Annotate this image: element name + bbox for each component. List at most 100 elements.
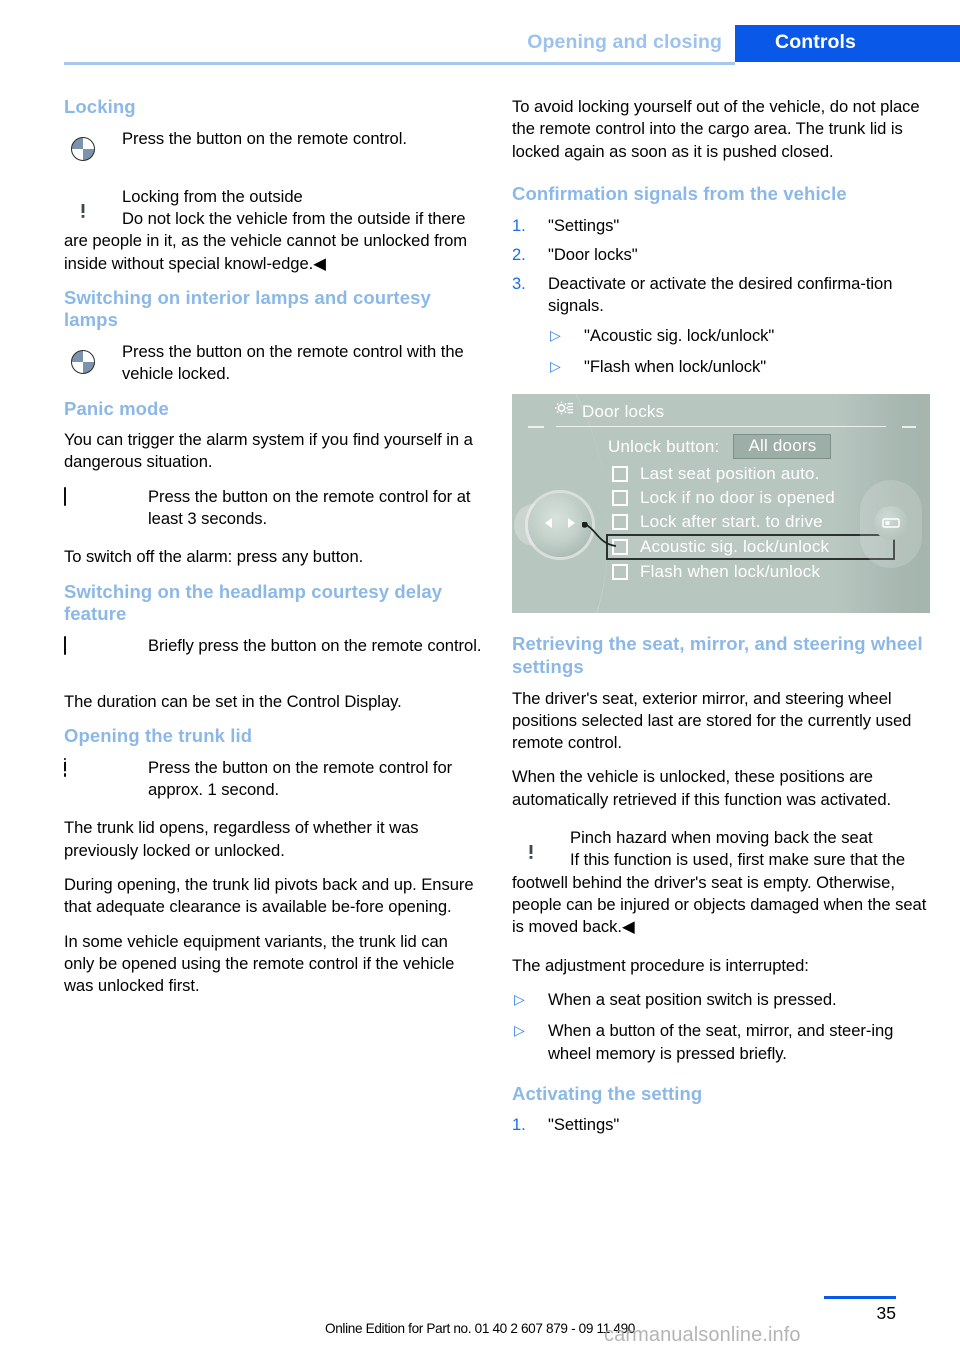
- list-item: 3. Deactivate or activate the desired co…: [512, 273, 930, 318]
- triangle-bullet-icon: ▷: [514, 990, 525, 1007]
- heading-panic-mode: Panic mode: [64, 397, 169, 419]
- pinch-hazard-body: If this function is used, first make sur…: [512, 850, 927, 937]
- step-number: 2.: [512, 244, 526, 264]
- substep-text: "Acoustic sig. lock/unlock": [584, 325, 775, 345]
- substep-text: "Flash when lock/unlock": [584, 357, 767, 377]
- step-text: "Door locks": [548, 244, 638, 264]
- trunk-lid-para-3: In some vehicle equipment variants, the …: [64, 931, 455, 996]
- panic-mode-intro: You can trigger the alarm system if you …: [64, 430, 473, 472]
- idrive-option-last-seat-position[interactable]: Last seat position auto.: [608, 462, 893, 486]
- idrive-option-label: Last seat position auto.: [640, 464, 820, 484]
- list-item: 2. "Door locks": [512, 244, 930, 266]
- idrive-option-lock-if-no-door[interactable]: Lock if no door is opened: [608, 486, 893, 510]
- right-column: To avoid locking yourself out of the veh…: [512, 96, 930, 1144]
- list-item: ▷ When a seat position switch is pressed…: [512, 989, 930, 1011]
- cargo-area-warning: To avoid locking yourself out of the veh…: [512, 97, 920, 161]
- interrupt-item-text: When a seat position switch is pressed.: [548, 989, 837, 1009]
- interior-lamps-instruction: Press the button on the remote control w…: [64, 341, 482, 386]
- idrive-option-label: Acoustic sig. lock/unlock: [640, 537, 830, 557]
- retrieving-para-1: The driver's seat, exterior mirror, and …: [512, 688, 912, 753]
- interrupt-item-text: When a button of the seat, mirror, and s…: [548, 1021, 894, 1063]
- heading-interior-lamps: Switching on interior lamps and courtesy…: [64, 286, 431, 331]
- headlamp-courtesy-instruction: Briefly press the button on the remote c…: [51, 634, 482, 675]
- heading-locking: Locking: [64, 96, 136, 117]
- heading-headlamp-courtesy: Switching on the headlamp courtesy delay…: [64, 580, 443, 625]
- header-section-title: Controls: [775, 31, 856, 53]
- pinch-hazard-warning: Pinch hazard when moving back the seat I…: [512, 827, 930, 939]
- idrive-leader-line: [582, 522, 617, 548]
- idrive-unlock-value[interactable]: All doors: [733, 434, 832, 460]
- idrive-unlock-label: Unlock button:: [608, 436, 720, 456]
- checkbox-icon[interactable]: [612, 490, 628, 507]
- idrive-door-locks-screenshot: Door locks Unlock button: All doors Last…: [512, 394, 930, 614]
- trunk-lid-para-2: During opening, the trunk lid pivots bac…: [64, 874, 474, 917]
- idrive-unlock-button-row[interactable]: Unlock button: All doors: [608, 434, 832, 460]
- header-chapter-title: Opening and closing: [527, 31, 722, 53]
- triangle-bullet-icon: ▷: [550, 358, 561, 375]
- idrive-knob-inner: [536, 501, 584, 550]
- trunk-lid-instruction: Press the button on the remote control f…: [47, 757, 482, 802]
- idrive-divider: [556, 426, 886, 428]
- interior-lamps-instruction-text: Press the button on the remote control w…: [122, 341, 464, 384]
- watermark: carmanualsonline.info: [604, 1324, 801, 1346]
- activating-steps-list: 1. "Settings": [512, 1114, 930, 1136]
- checkbox-icon[interactable]: [612, 466, 628, 483]
- retrieving-para-2: When the vehicle is unlocked, these posi…: [512, 767, 892, 809]
- panic-mode-instruction: Press the button on the remote control f…: [51, 485, 482, 531]
- list-item: ▷ "Acoustic sig. lock/unlock": [548, 325, 930, 347]
- footer-rule: [824, 1296, 896, 1299]
- step-text: "Settings": [548, 1115, 620, 1135]
- confirmation-steps-list: 1. "Settings" 2. "Door locks" 3. Deactiv…: [512, 215, 930, 318]
- trunk-car-button-icon: [47, 757, 85, 777]
- heading-trunk-lid: Opening the trunk lid: [64, 725, 253, 747]
- trunk-lid-para-1: The trunk lid opens, regardless of wheth…: [64, 818, 419, 860]
- locking-remote-instruction: Press the button on the remote control.: [64, 128, 482, 168]
- idrive-option-list: Last seat position auto. Lock if no door…: [606, 462, 895, 584]
- list-item: ▷ "Flash when lock/unlock": [548, 356, 930, 378]
- interrupt-items-list: ▷ When a seat position switch is pressed…: [512, 989, 930, 1065]
- page-header: Opening and closing Controls: [0, 0, 960, 62]
- idrive-title-row: Door locks: [554, 400, 664, 423]
- step-number: 1.: [512, 1115, 526, 1135]
- list-item: 1. "Settings": [512, 1114, 930, 1136]
- horn-speaker-button-icon: [51, 485, 81, 507]
- confirmation-substeps-list: ▷ "Acoustic sig. lock/unlock" ▷ "Flash w…: [548, 325, 930, 379]
- step-number: 1.: [512, 215, 526, 235]
- left-column: Locking Press the button on the remote c…: [47, 96, 482, 1010]
- locking-outside-warning: Locking from the outside Do not lock the…: [64, 186, 482, 275]
- headlamp-duration-note: The duration can be set in the Control D…: [64, 691, 402, 711]
- list-item: ▷ When a button of the seat, mirror, and…: [512, 1020, 930, 1065]
- heading-activating-setting: Activating the setting: [512, 1082, 703, 1104]
- step-text: Deactivate or activate the desired confi…: [548, 274, 893, 316]
- triangle-bullet-icon: ▷: [514, 1022, 525, 1039]
- footer-edition-text: Online Edition for Part no. 01 40 2 607 …: [324, 1321, 635, 1336]
- arrow-right-icon: [566, 516, 576, 534]
- idrive-option-lock-after-start[interactable]: Lock after start. to drive: [608, 510, 893, 534]
- settings-gear-icon: [554, 400, 574, 423]
- idrive-option-label: Lock if no door is opened: [640, 488, 835, 508]
- step-text: "Settings": [548, 215, 620, 235]
- arrow-left-icon: [544, 516, 554, 534]
- pinch-hazard-title: Pinch hazard when moving back the seat: [570, 828, 873, 848]
- idrive-option-flash-when-lock[interactable]: Flash when lock/unlock: [608, 560, 893, 584]
- heading-confirmation-signals: Confirmation signals from the vehicle: [512, 182, 847, 204]
- header-rule: [64, 62, 735, 65]
- idrive-option-acoustic-signal[interactable]: Acoustic sig. lock/unlock: [606, 534, 895, 561]
- list-item: 1. "Settings": [512, 215, 930, 237]
- locking-remote-instruction-text: Press the button on the remote control.: [122, 128, 407, 148]
- panic-mode-instruction-text: Press the button on the remote control f…: [148, 486, 471, 529]
- idrive-title: Door locks: [582, 401, 665, 421]
- trunk-lid-instruction-text: Press the button on the remote control f…: [148, 757, 453, 799]
- heading-retrieving-settings: Retrieving the seat, mirror, and steerin…: [512, 633, 923, 677]
- idrive-option-label: Lock after start. to drive: [640, 512, 823, 532]
- checkbox-icon[interactable]: [612, 564, 628, 581]
- idrive-option-label: Flash when lock/unlock: [640, 562, 821, 582]
- step-number: 3.: [512, 274, 526, 294]
- horn-speaker-button-icon: [51, 634, 81, 656]
- locking-warning-title: Locking from the outside: [122, 186, 303, 206]
- triangle-bullet-icon: ▷: [550, 326, 561, 343]
- interrupt-intro: The adjustment procedure is interrupted:: [512, 955, 809, 975]
- idrive-divider-right-cap: [902, 426, 916, 429]
- locking-warning-body: Do not lock the vehicle from the outside…: [64, 208, 468, 273]
- headlamp-courtesy-instruction-text: Briefly press the button on the remote c…: [148, 635, 482, 655]
